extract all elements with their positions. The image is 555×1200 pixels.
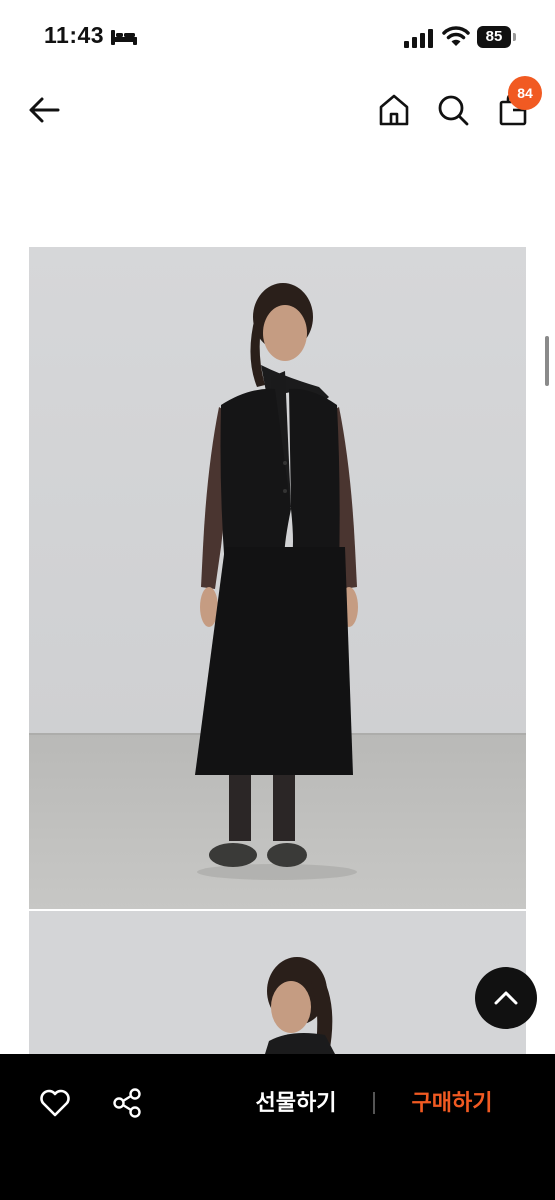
back-button[interactable] xyxy=(24,90,68,130)
share-button[interactable] xyxy=(110,1086,144,1120)
buy-button[interactable]: 구매하기 xyxy=(400,1082,504,1124)
signal-icon xyxy=(404,29,433,48)
search-button[interactable] xyxy=(435,92,471,128)
bed-icon xyxy=(111,30,137,45)
scroll-top-button[interactable] xyxy=(475,967,537,1029)
battery-cap xyxy=(513,33,516,41)
heart-icon xyxy=(40,1089,70,1117)
like-button[interactable] xyxy=(38,1086,72,1120)
bar-divider xyxy=(373,1092,375,1114)
cart-count-badge: 84 xyxy=(508,76,542,110)
wifi-icon xyxy=(442,26,470,46)
battery-level: 85 xyxy=(485,28,503,45)
battery-icon: 85 xyxy=(477,26,517,48)
chevron-up-icon xyxy=(494,991,518,1005)
share-icon xyxy=(113,1088,141,1118)
status-time: 11:43 xyxy=(44,22,105,48)
gift-button[interactable]: 선물하기 xyxy=(244,1082,348,1124)
product-photo-full-body[interactable] xyxy=(29,247,526,909)
model-photo xyxy=(29,247,526,909)
product-photo-detail[interactable] xyxy=(29,911,526,1054)
scroll-indicator[interactable] xyxy=(545,336,549,386)
home-button[interactable] xyxy=(376,92,412,128)
header xyxy=(0,72,555,152)
back-arrow-icon xyxy=(29,97,60,123)
status-bar: 11:43 85 xyxy=(0,0,555,72)
search-icon xyxy=(438,95,469,126)
bottom-action-bar: 선물하기 구매하기 xyxy=(0,1054,555,1200)
model-detail-photo xyxy=(29,911,526,1054)
home-icon xyxy=(379,94,409,126)
